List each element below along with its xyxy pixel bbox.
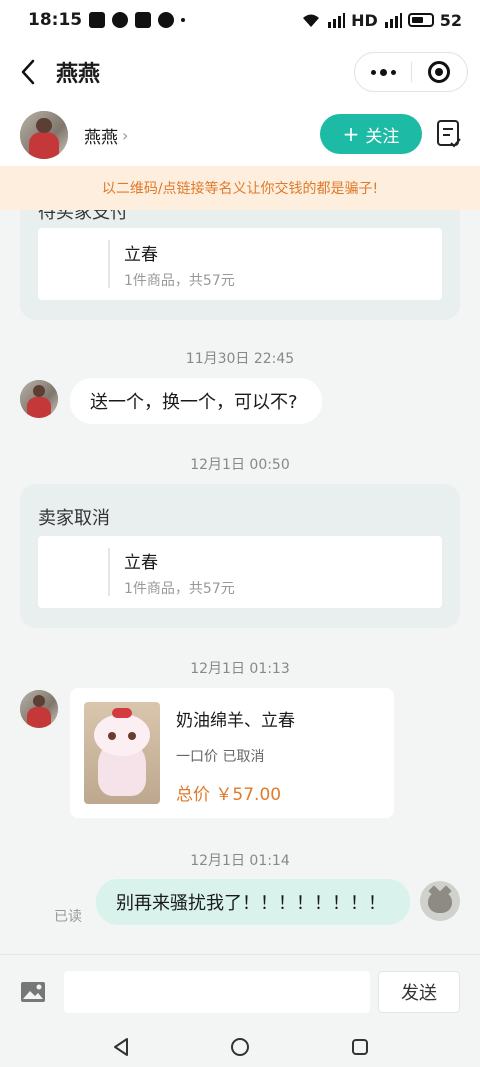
page-title: 燕燕 [56, 62, 101, 87]
close-miniapp-button[interactable] [412, 52, 467, 92]
image-icon[interactable] [20, 981, 46, 1003]
battery-level: 52 [439, 10, 462, 30]
order-item-summary: 1件商品，共57元 [124, 273, 235, 289]
more-dot-icon [390, 69, 396, 75]
square-recents-icon [352, 1039, 368, 1055]
chevron-left-icon [21, 59, 35, 85]
avatar[interactable] [20, 380, 58, 418]
follow-button[interactable]: + 关注 [320, 114, 422, 154]
avatar[interactable] [20, 690, 58, 728]
chat-area[interactable]: 待买家支付 立春 1件商品，共57元 11月30日 22:45 送一个，换一个，… [0, 210, 480, 954]
product-title: 奶油绵羊、立春 [176, 711, 295, 731]
message-text: 别再来骚扰我了！！！！！！！！ [116, 893, 386, 914]
order-item[interactable]: 立春 1件商品，共57元 [38, 228, 442, 300]
message-timestamp: 12月1日 01:14 [190, 853, 290, 869]
circle-home-icon [231, 1038, 249, 1056]
product-status: 一口价 已取消 [176, 749, 265, 765]
nav-home-button[interactable] [227, 1034, 253, 1060]
message-input[interactable] [64, 971, 370, 1013]
chevron-right-icon[interactable]: › [122, 126, 128, 145]
signal-icon [328, 13, 346, 28]
order-status-title: 待买家支付 [38, 210, 128, 223]
hash-icon [89, 12, 106, 28]
dot-icon [181, 18, 186, 22]
triangle-back-icon [114, 1038, 128, 1056]
plus-icon: + [342, 122, 360, 146]
order-item[interactable]: 立春 1件商品，共57元 [38, 536, 442, 608]
battery-icon [407, 13, 434, 27]
back-button[interactable] [4, 40, 52, 104]
more-dot-icon [370, 69, 376, 75]
warning-text: 以二维码/点链接等名义让你交钱的都是骗子! [101, 181, 379, 197]
wifi-icon [303, 14, 320, 27]
profile-name[interactable]: 燕燕 [84, 123, 118, 148]
message-bubble[interactable]: 送一个，换一个，可以不? [70, 378, 322, 424]
miniapp-capsule [354, 52, 468, 92]
input-bar: 发送 [0, 954, 480, 1028]
message-timestamp: 11月30日 22:45 [185, 351, 295, 367]
status-time: 18:15 [28, 10, 83, 30]
read-receipt: 已读 [54, 909, 82, 925]
order-status-title: 卖家取消 [38, 508, 110, 529]
system-nav-bar [0, 1028, 480, 1067]
follow-label: 关注 [365, 126, 400, 147]
nav-recents-button[interactable] [347, 1034, 373, 1060]
status-bar: 18:15 HD 52 [0, 0, 480, 40]
order-item-title: 立春 [124, 553, 158, 573]
target-icon [158, 12, 175, 28]
more-dot-icon [379, 68, 387, 76]
send-label: 发送 [401, 983, 437, 1004]
shield-icon [135, 12, 152, 28]
order-item-title: 立春 [124, 245, 158, 265]
send-button[interactable]: 发送 [378, 971, 460, 1013]
order-item-summary: 1件商品，共57元 [124, 581, 235, 597]
message-text: 送一个，换一个，可以不? [90, 392, 298, 413]
product-card[interactable]: 奶油绵羊、立春 一口价 已取消 总价 ￥57.00 [70, 688, 394, 818]
notes-icon[interactable] [436, 119, 462, 149]
product-image [84, 702, 160, 804]
signal-icon-2 [384, 13, 402, 28]
scam-warning-banner: 以二维码/点链接等名义让你交钱的都是骗子! [0, 166, 480, 210]
order-status-card[interactable]: 待买家支付 立春 1件商品，共57元 [20, 210, 460, 320]
avatar[interactable] [20, 111, 68, 159]
avatar[interactable] [420, 881, 460, 921]
more-button[interactable] [355, 52, 411, 92]
nav-bar: 燕燕 [0, 40, 480, 104]
message-timestamp: 12月1日 00:50 [190, 457, 290, 473]
target-icon [428, 61, 451, 83]
message-icon [112, 12, 129, 28]
message-timestamp: 12月1日 01:13 [190, 661, 290, 677]
profile-header: 燕燕 › + 关注 [0, 104, 480, 166]
message-bubble-own[interactable]: 别再来骚扰我了！！！！！！！！ [96, 879, 410, 925]
product-price: 总价 ￥57.00 [176, 785, 282, 805]
order-status-card[interactable]: 卖家取消 立春 1件商品，共57元 [20, 484, 460, 628]
network-label: HD [351, 10, 378, 30]
nav-back-button[interactable] [108, 1034, 134, 1060]
